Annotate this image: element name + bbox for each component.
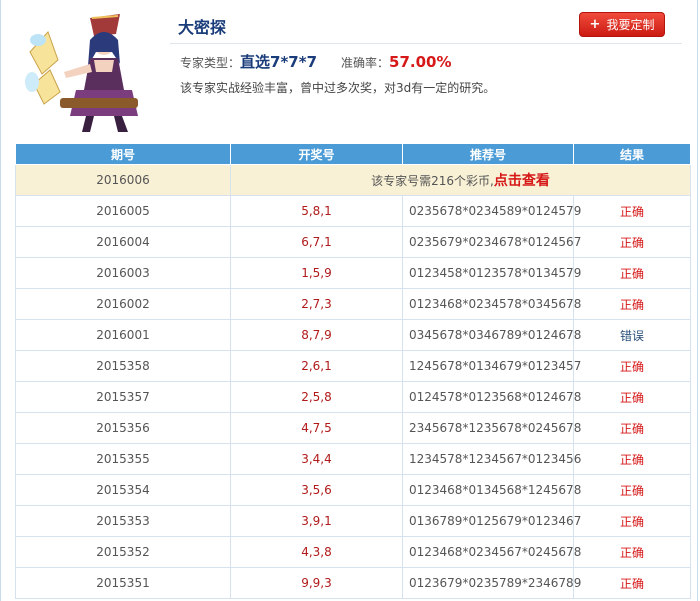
custom-order-label: 我要定制 (606, 18, 655, 32)
period-cell: 2015353 (15, 505, 231, 537)
recommend-number-cell: 0136789*0125679*0123467 (402, 505, 581, 537)
period-cell: 2015355 (15, 443, 231, 475)
result-cell: 正确 (573, 505, 691, 537)
result-cell: 正确 (573, 381, 691, 413)
open-number-cell: 2,5,8 (230, 381, 403, 413)
period-cell: 2015351 (15, 567, 231, 599)
open-number-cell: 3,9,1 (230, 505, 403, 537)
table-row: 2016003 1,5,9 0123458*0123578*0134579 正确 (15, 257, 691, 289)
locked-notice-text: 该专家号需216个彩币, (371, 174, 494, 188)
column-header-recommend: 推荐号 (402, 143, 574, 165)
open-number-cell: 2,6,1 (230, 350, 403, 382)
open-number-cell: 5,8,1 (230, 195, 403, 227)
recommend-number-cell: 0123468*0234578*0345678 (402, 288, 581, 320)
table-row: 2015356 4,7,5 2345678*1235678*0245678 正确 (15, 412, 691, 444)
result-cell: 正确 (573, 474, 691, 506)
expert-type-row: 专家类型： 直选7*7*7 准确率： 57.00% (180, 51, 452, 72)
open-number-cell: 6,7,1 (230, 226, 403, 258)
prediction-table: 期号 开奖号 推荐号 结果 2016006 该专家号需216个彩币,点击查看 2… (15, 143, 691, 599)
period-cell: 2016005 (15, 195, 231, 227)
plus-icon: + (589, 17, 601, 32)
open-number-cell: 3,4,4 (230, 443, 403, 475)
period-cell: 2015356 (15, 412, 231, 444)
result-cell: 正确 (573, 257, 691, 289)
rate-label: 准确率： (341, 56, 390, 70)
open-number-cell: 1,5,9 (230, 257, 403, 289)
type-value: 直选7*7*7 (240, 53, 318, 71)
table-row: 2015357 2,5,8 0124578*0123568*0124678 正确 (15, 381, 691, 413)
period-cell: 2016001 (15, 319, 231, 351)
period-cell: 2016004 (15, 226, 231, 258)
rate-value: 57.00% (389, 53, 452, 71)
period-cell: 2016002 (15, 288, 231, 320)
expert-avatar-image (20, 12, 150, 134)
expert-name: 大密探 (178, 18, 227, 37)
type-label: 专家类型： (180, 56, 241, 70)
open-number-cell: 9,9,3 (230, 567, 403, 599)
result-cell: 正确 (573, 412, 691, 444)
table-row: 2015352 4,3,8 0123468*0234567*0245678 正确 (15, 536, 691, 568)
result-cell: 正确 (573, 443, 691, 475)
open-number-cell: 4,7,5 (230, 412, 403, 444)
table-row: 2016005 5,8,1 0235678*0234589*0124579 正确 (15, 195, 691, 227)
recommend-number-cell: 0124578*0123568*0124678 (402, 381, 581, 413)
recommend-number-cell: 0123458*0123578*0134579 (402, 257, 581, 289)
open-number-cell: 8,7,9 (230, 319, 403, 351)
result-cell: 正确 (573, 567, 691, 599)
recommend-number-cell: 0235678*0234589*0124579 (402, 195, 581, 227)
column-header-open: 开奖号 (230, 143, 403, 165)
custom-order-button[interactable]: + 我要定制 (579, 12, 665, 37)
period-cell: 2015358 (15, 350, 231, 382)
locked-notice: 该专家号需216个彩币,点击查看 (230, 164, 691, 196)
table-row: 2016002 2,7,3 0123468*0234578*0345678 正确 (15, 288, 691, 320)
locked-row: 2016006 该专家号需216个彩币,点击查看 (15, 164, 691, 196)
result-cell: 正确 (573, 226, 691, 258)
table-row: 2015351 9,9,3 0123679*0235789*2346789 正确 (15, 567, 691, 599)
table-row: 2015354 3,5,6 0123468*0134568*1245678 正确 (15, 474, 691, 506)
recommend-number-cell: 0123468*0134568*1245678 (402, 474, 581, 506)
recommend-number-cell: 0123468*0234567*0245678 (402, 536, 581, 568)
view-link[interactable]: 点击查看 (494, 173, 550, 189)
table-row: 2016001 8,7,9 0345678*0346789*0124678 错误 (15, 319, 691, 351)
locked-period: 2016006 (15, 164, 231, 196)
recommend-number-cell: 2345678*1235678*0245678 (402, 412, 581, 444)
table-row: 2015355 3,4,4 1234578*1234567*0123456 正确 (15, 443, 691, 475)
period-cell: 2015357 (15, 381, 231, 413)
result-cell: 正确 (573, 350, 691, 382)
period-cell: 2016003 (15, 257, 231, 289)
result-cell: 正确 (573, 195, 691, 227)
recommend-number-cell: 0235679*0234678*0124567 (402, 226, 581, 258)
open-number-cell: 3,5,6 (230, 474, 403, 506)
expert-header: 大密探 + 我要定制 专家类型： 直选7*7*7 准确率： 57.00% 该专家… (0, 0, 700, 140)
column-header-result: 结果 (573, 143, 691, 165)
title-divider (170, 43, 682, 44)
table-row: 2015353 3,9,1 0136789*0125679*0123467 正确 (15, 505, 691, 537)
table-row: 2016004 6,7,1 0235679*0234678*0124567 正确 (15, 226, 691, 258)
result-cell: 正确 (573, 536, 691, 568)
period-cell: 2015352 (15, 536, 231, 568)
expert-description: 该专家实战经验丰富，曾中过多次奖，对3d有一定的研究。 (180, 81, 496, 95)
open-number-cell: 2,7,3 (230, 288, 403, 320)
recommend-number-cell: 1234578*1234567*0123456 (402, 443, 581, 475)
recommend-number-cell: 1245678*0134679*0123457 (402, 350, 581, 382)
result-cell: 错误 (573, 319, 691, 351)
table-header-row: 期号 开奖号 推荐号 结果 (15, 143, 691, 165)
period-cell: 2015354 (15, 474, 231, 506)
recommend-number-cell: 0123679*0235789*2346789 (402, 567, 581, 599)
table-row: 2015358 2,6,1 1245678*0134679*0123457 正确 (15, 350, 691, 382)
result-cell: 正确 (573, 288, 691, 320)
open-number-cell: 4,3,8 (230, 536, 403, 568)
recommend-number-cell: 0345678*0346789*0124678 (402, 319, 581, 351)
column-header-period: 期号 (15, 143, 231, 165)
